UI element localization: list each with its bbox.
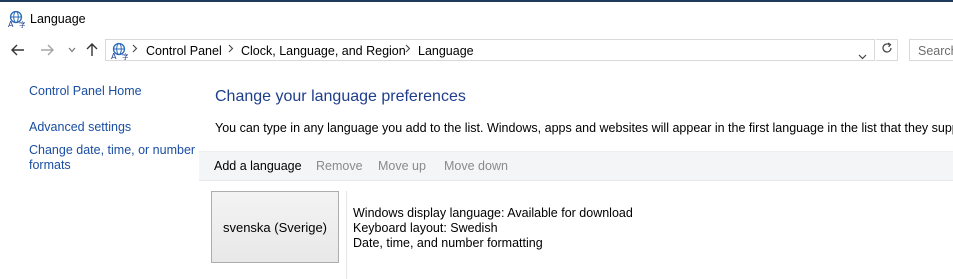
remove-button[interactable]: Remove	[316, 159, 363, 173]
language-toolbar: Add a language Remove Move up Move down	[199, 151, 953, 181]
chevron-down-icon[interactable]	[858, 47, 867, 65]
search-input[interactable]: Search	[909, 39, 953, 61]
sidebar-control-panel-home[interactable]: Control Panel Home	[29, 84, 142, 99]
recent-locations-chevron-icon[interactable]	[64, 42, 80, 58]
refresh-button[interactable]	[876, 39, 898, 61]
breadcrumb-clock-language-region[interactable]: Clock, Language, and Region	[241, 44, 406, 58]
language-globe-icon: A 字	[7, 10, 26, 29]
divider	[346, 191, 347, 279]
language-detail-formatting: Date, time, and number formatting	[353, 236, 543, 250]
sidebar-link-line-2[interactable]: formats	[29, 158, 71, 172]
sidebar-advanced-settings[interactable]: Advanced settings	[29, 120, 131, 135]
svg-text:字: 字	[19, 20, 25, 28]
language-detail-display: Windows display language: Available for …	[353, 206, 633, 220]
add-language-button[interactable]: Add a language	[214, 159, 302, 173]
svg-text:A: A	[8, 20, 14, 28]
language-name: svenska (Sverige)	[222, 219, 328, 235]
back-arrow-icon[interactable]	[10, 42, 26, 58]
address-bar[interactable]: A 字 Control Panel Clock, Language, and R…	[105, 39, 875, 61]
breadcrumb-separator-icon[interactable]	[228, 44, 234, 56]
forward-arrow-icon[interactable]	[39, 42, 55, 58]
page-description: You can type in any language you add to …	[215, 121, 953, 135]
language-detail-keyboard: Keyboard layout: Swedish	[353, 221, 498, 235]
breadcrumb-separator-icon[interactable]	[132, 44, 138, 56]
refresh-icon	[881, 41, 893, 59]
title-bar: A 字 Language	[0, 2, 953, 34]
breadcrumb-language[interactable]: Language	[418, 44, 474, 58]
breadcrumb-control-panel[interactable]: Control Panel	[146, 44, 222, 58]
language-item-svenska[interactable]: svenska (Sverige)	[211, 191, 339, 263]
breadcrumb-separator-icon[interactable]	[405, 44, 411, 56]
language-globe-icon: A 字	[110, 42, 129, 61]
move-up-button[interactable]: Move up	[378, 159, 426, 173]
up-arrow-icon[interactable]	[84, 42, 100, 58]
svg-text:A: A	[111, 52, 117, 60]
search-placeholder: Search	[918, 44, 953, 58]
page-title: Change your language preferences	[215, 88, 466, 105]
sidebar-link-line-1[interactable]: Change date, time, or number	[29, 143, 195, 157]
window-title: Language	[30, 12, 86, 26]
svg-text:字: 字	[122, 52, 128, 60]
navigation-bar: A 字 Control Panel Clock, Language, and R…	[0, 36, 953, 64]
sidebar-change-date-time-number-formats[interactable]: Change date, time, or number formats	[29, 143, 195, 173]
move-down-button[interactable]: Move down	[444, 159, 508, 173]
